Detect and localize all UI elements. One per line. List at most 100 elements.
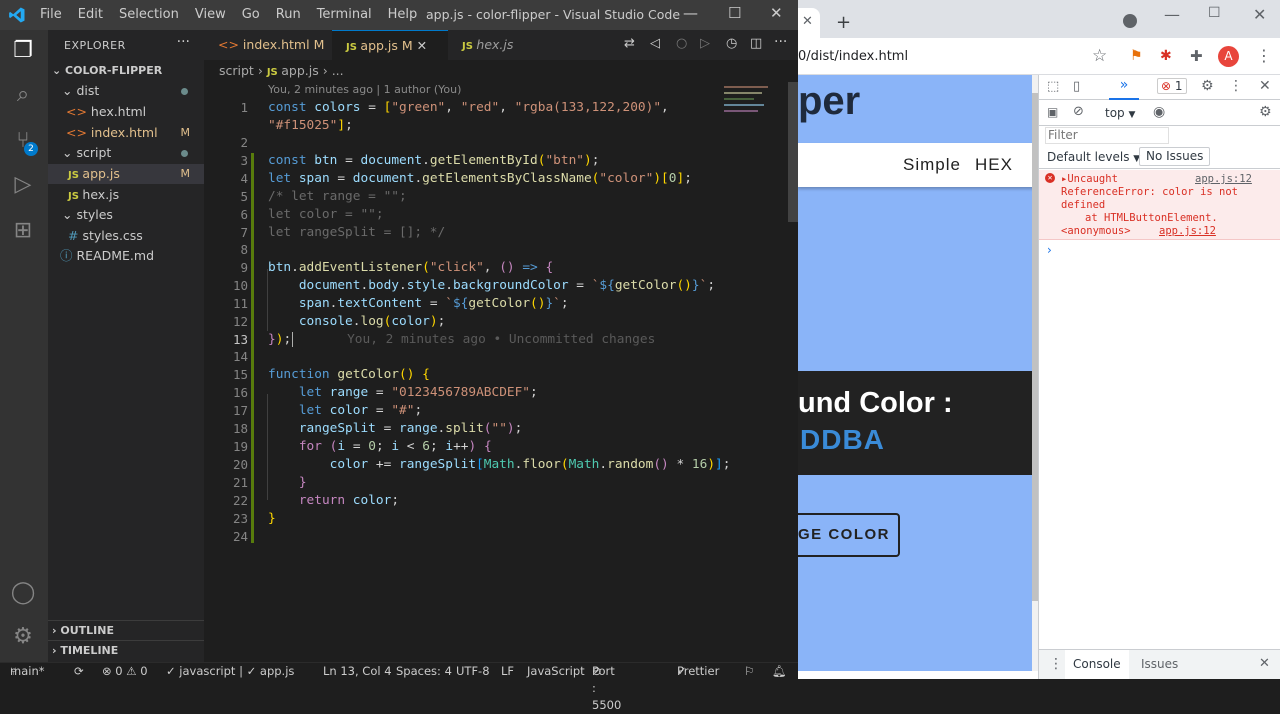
more-actions-icon[interactable]: ··· (774, 34, 787, 50)
tree-item-readme[interactable]: ⓘ README.md (48, 246, 204, 266)
breadcrumb-symbol[interactable]: ... (332, 63, 344, 78)
tree-item-index-html[interactable]: <> index.html M (48, 123, 204, 143)
url-text[interactable]: 0/dist/index.html (798, 49, 908, 64)
run-debug-icon[interactable]: ▷ (10, 172, 36, 198)
settings-gear-icon[interactable]: ⚙ (10, 624, 36, 650)
console-prompt-icon[interactable]: › (1047, 243, 1052, 257)
nav-link-hex[interactable]: HEX (975, 155, 1013, 175)
tree-item-script[interactable]: ⌄ script (48, 143, 204, 163)
split-editor-icon[interactable]: ◫ (750, 36, 762, 51)
menu-run[interactable]: Run (276, 7, 301, 22)
encoding[interactable]: UTF-8 (456, 663, 490, 680)
sidebar-toggle-icon[interactable]: ▣ (1047, 105, 1058, 119)
profile-avatar[interactable]: A (1218, 46, 1239, 67)
minimize-icon[interactable]: — (683, 4, 698, 22)
active-browser-tab[interactable]: ✕ (798, 8, 820, 38)
tree-item-hex-html[interactable]: <> hex.html (48, 102, 204, 122)
new-tab-icon[interactable]: + (836, 12, 851, 33)
drawer-menu-icon[interactable]: ⋮ (1049, 656, 1063, 672)
feedback-icon[interactable]: ⚐ (744, 663, 754, 680)
close-devtools-icon[interactable]: ✕ (1259, 78, 1271, 94)
tab-app-js[interactable]: JS app.js M ✕ (332, 30, 448, 60)
eol[interactable]: LF (501, 663, 514, 680)
log-levels-dropdown[interactable]: Default levels ▼ (1047, 150, 1140, 164)
device-toolbar-icon[interactable]: ▯ (1073, 79, 1080, 94)
devtools-settings-icon[interactable]: ⚙ (1201, 78, 1214, 94)
inspect-element-icon[interactable]: ⬚ (1047, 79, 1059, 94)
go-back-icon[interactable]: ◁ (650, 36, 660, 51)
more-actions-icon[interactable]: ··· (177, 34, 190, 50)
extension-icon[interactable]: ✱ (1160, 48, 1172, 64)
tree-item-styles[interactable]: ⌄ styles (48, 205, 204, 225)
editor-scrollbar[interactable] (788, 82, 798, 222)
code-editor[interactable]: You, 2 minutes ago | 1 author (You) 1234… (204, 82, 798, 662)
console-filter-input[interactable]: Filter (1045, 127, 1169, 144)
outline-section[interactable]: › OUTLINE (48, 620, 204, 640)
maximize-icon[interactable]: ☐ (728, 4, 741, 22)
tree-item-app-js[interactable]: JS app.js M (48, 164, 204, 184)
timeline-section[interactable]: › TIMELINE (48, 640, 204, 660)
tree-root[interactable]: ⌄ COLOR-FLIPPER (48, 61, 204, 81)
timeline-toggle-icon[interactable]: ◷ (726, 36, 737, 51)
cursor-position[interactable]: Ln 13, Col 4 (323, 663, 392, 680)
menu-selection[interactable]: Selection (119, 7, 179, 22)
extension-icon[interactable]: ⚑ (1130, 48, 1143, 64)
error-expand[interactable]: ▸Uncaught (1061, 173, 1118, 186)
nav-link-simple[interactable]: Simple (903, 155, 961, 175)
tab-hex-js[interactable]: JS hex.js (448, 30, 554, 60)
tab-index-html[interactable]: <> index.html M (204, 30, 332, 60)
devtools-panel: ⬚ ▯ » ⊗ 1 ⚙ ⋮ ✕ ▣ ⊘ top ▼ ◉ ⚙ Filter Def… (1038, 75, 1280, 679)
breadcrumb-folder[interactable]: script (219, 63, 254, 78)
more-tabs-icon[interactable]: » (1109, 77, 1139, 100)
clear-console-icon[interactable]: ⊘ (1073, 104, 1084, 119)
context-select[interactable]: top ▼ (1105, 106, 1135, 120)
go-forward-icon[interactable]: ▷ (700, 36, 710, 51)
problems-indicator[interactable]: ⊗ 0 ⚠ 0 (102, 663, 148, 680)
devtools-menu-icon[interactable]: ⋮ (1229, 78, 1243, 94)
extensions-puzzle-icon[interactable]: ✚ (1190, 47, 1203, 65)
menu-help[interactable]: Help (388, 7, 418, 22)
drawer-tab-console[interactable]: Console (1065, 650, 1129, 679)
close-drawer-icon[interactable]: ✕ (1259, 656, 1270, 671)
maximize-icon[interactable]: ☐ (1208, 5, 1221, 21)
no-issues-button[interactable]: No Issues (1139, 147, 1211, 166)
close-window-icon[interactable]: ✕ (770, 4, 783, 22)
close-window-icon[interactable]: ✕ (1253, 5, 1266, 24)
indentation[interactable]: Spaces: 4 (396, 663, 452, 680)
tree-item-styles-css[interactable]: # styles.css (48, 226, 204, 246)
console-settings-icon[interactable]: ⚙ (1259, 104, 1272, 120)
tab-search-icon[interactable] (1123, 14, 1137, 28)
bookmark-star-icon[interactable]: ☆ (1092, 46, 1107, 66)
codelens-blame[interactable]: You, 2 minutes ago | 1 author (You) (268, 83, 461, 96)
sync-icon[interactable]: ⟳ (74, 663, 84, 680)
live-expression-eye-icon[interactable]: ◉ (1153, 104, 1165, 120)
error-source-link[interactable]: app.js:12 (1195, 173, 1252, 186)
close-tab-icon[interactable]: ✕ (802, 14, 813, 29)
language-mode[interactable]: JavaScript (527, 663, 585, 680)
minimap[interactable] (722, 82, 782, 132)
change-color-button[interactable]: GE COLOR (798, 513, 900, 557)
notifications-bell-icon[interactable]: 🔔︎ (772, 663, 787, 680)
code-line: let range = "0123456789ABCDEF"; (298, 385, 538, 400)
menu-go[interactable]: Go (242, 7, 260, 22)
account-icon[interactable]: ◯ (10, 580, 36, 606)
extensions-icon[interactable]: ⊞ (10, 218, 36, 244)
eslint-status[interactable]: ✓ javascript | ✓ app.js (166, 663, 294, 680)
drawer-tab-issues[interactable]: Issues (1133, 650, 1186, 679)
tree-item-hex-js[interactable]: JS hex.js (48, 185, 204, 205)
open-changes-icon[interactable]: ⇄ (624, 36, 635, 51)
minimize-icon[interactable]: — (1164, 5, 1180, 24)
menu-terminal[interactable]: Terminal (317, 7, 372, 22)
breadcrumb-file[interactable]: app.js (281, 63, 319, 78)
menu-file[interactable]: File (40, 7, 62, 22)
error-stack-link[interactable]: app.js:12 (1159, 225, 1216, 238)
menu-view[interactable]: View (195, 7, 226, 22)
close-tab-icon[interactable]: ✕ (417, 38, 427, 53)
browser-menu-icon[interactable]: ⋮ (1256, 46, 1272, 65)
search-icon[interactable]: ⌕ (10, 82, 36, 108)
menu-edit[interactable]: Edit (78, 7, 103, 22)
explorer-icon[interactable]: ❐ (10, 38, 36, 64)
tree-item-dist[interactable]: ⌄ dist (48, 81, 204, 101)
go-next-icon[interactable]: ○ (676, 36, 687, 51)
error-count-badge[interactable]: ⊗ 1 (1157, 78, 1187, 94)
